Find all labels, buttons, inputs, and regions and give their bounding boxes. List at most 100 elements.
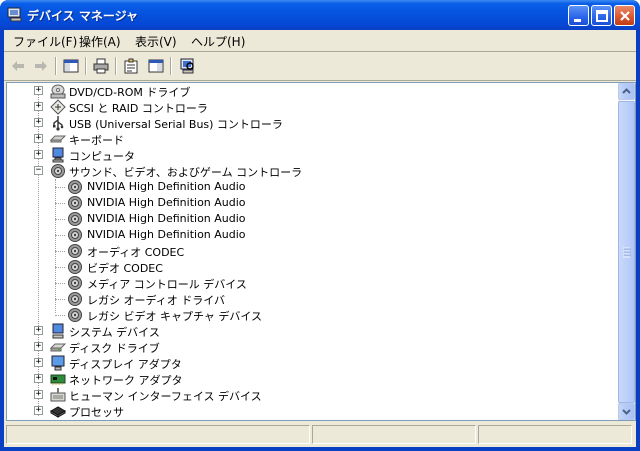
tree-item-label: レガシ ビデオ キャプチャ デバイス	[87, 310, 263, 323]
tree-item-device[interactable]: レガシ ビデオ キャプチャ デバイス	[7, 307, 619, 323]
title-bar[interactable]: デバイス マネージャ	[0, 0, 640, 30]
expand-toggle[interactable]: +	[34, 342, 43, 351]
print-icon	[93, 58, 109, 74]
tree-item-label: サウンド、ビデオ、およびゲーム コントローラ	[69, 166, 303, 179]
menu-file[interactable]: ファイル(F)	[13, 33, 77, 50]
tree-item-label: ディスプレイ アダプタ	[69, 358, 182, 371]
tree-item-label: NVIDIA High Definition Audio	[87, 196, 246, 209]
print-button[interactable]	[90, 56, 112, 76]
back-icon	[12, 61, 24, 71]
speaker-icon	[68, 212, 82, 226]
scan-hardware-icon	[180, 58, 194, 74]
speaker-icon	[68, 244, 82, 258]
speaker-icon	[68, 180, 82, 194]
display-adapter-icon	[51, 355, 65, 371]
tree-item-label: キーボード	[69, 134, 124, 147]
cd-drive-icon	[50, 84, 66, 99]
expand-toggle[interactable]: +	[34, 102, 43, 111]
speaker-icon	[68, 260, 82, 274]
maximize-button[interactable]	[591, 5, 612, 26]
menu-help[interactable]: ヘルプ(H)	[191, 33, 245, 50]
vertical-scrollbar[interactable]	[618, 83, 635, 420]
usb-icon	[53, 116, 64, 131]
tree-connector	[55, 219, 65, 220]
tree-item-device[interactable]: NVIDIA High Definition Audio	[7, 227, 619, 243]
back-button[interactable]	[7, 56, 29, 76]
tree-item-usb[interactable]: + USB (Universal Serial Bus) コントローラ	[7, 115, 619, 131]
disk-drive-icon	[50, 343, 66, 352]
scroll-up-button[interactable]	[618, 83, 635, 100]
properties-icon	[124, 58, 138, 74]
expand-toggle[interactable]: +	[34, 86, 43, 95]
tree-item-display-adapters[interactable]: + ディスプレイ アダプタ	[7, 355, 619, 371]
help-pane-button[interactable]	[145, 56, 167, 76]
tree-item-system-devices[interactable]: + システム デバイス	[7, 323, 619, 339]
close-button[interactable]	[614, 5, 635, 26]
menu-view[interactable]: 表示(V)	[135, 33, 177, 50]
tree-connector	[55, 315, 65, 316]
tree-item-sound-video-game[interactable]: − サウンド、ビデオ、およびゲーム コントローラ	[7, 163, 619, 179]
tree-item-label: プロセッサ	[69, 406, 124, 419]
tree-item-device[interactable]: オーディオ CODEC	[7, 243, 619, 259]
forward-button[interactable]	[30, 56, 52, 76]
tree-item-label: コンピュータ	[69, 150, 135, 163]
tree-item-disk-drives[interactable]: + ディスク ドライブ	[7, 339, 619, 355]
tree-connector	[55, 235, 65, 236]
tree-item-label: レガシ オーディオ ドライバ	[87, 294, 226, 307]
tree-item-dvd-cdrom[interactable]: + DVD/CD-ROM ドライブ	[7, 83, 619, 99]
chevron-down-icon	[622, 409, 631, 415]
expand-toggle[interactable]: +	[34, 118, 43, 127]
tree-item-device[interactable]: NVIDIA High Definition Audio	[7, 211, 619, 227]
expand-toggle[interactable]: +	[34, 358, 43, 367]
expand-toggle[interactable]: +	[34, 134, 43, 143]
expand-toggle[interactable]: +	[34, 150, 43, 159]
collapse-toggle[interactable]: −	[34, 166, 43, 175]
tree-item-scsi-raid[interactable]: + SCSI と RAID コントローラ	[7, 99, 619, 115]
tree-item-keyboard[interactable]: + キーボード	[7, 131, 619, 147]
tree-item-human-interface[interactable]: + ヒューマン インターフェイス デバイス	[7, 387, 619, 403]
show-hide-tree-button[interactable]	[60, 56, 82, 76]
status-pane-3	[478, 425, 632, 444]
system-device-icon	[52, 323, 64, 339]
tree-item-network-adapters[interactable]: + ネットワーク アダプタ	[7, 371, 619, 387]
device-manager-window: デバイス マネージャ ファイル(F) 操作(A) 表示(V) ヘルプ(H) + …	[0, 0, 640, 451]
close-icon	[620, 11, 630, 21]
computer-icon	[52, 147, 64, 163]
expand-toggle[interactable]: +	[34, 406, 43, 415]
minimize-button[interactable]	[568, 5, 589, 26]
speaker-icon	[68, 292, 82, 306]
menu-action[interactable]: 操作(A)	[79, 33, 121, 50]
tree-item-label: USB (Universal Serial Bus) コントローラ	[69, 118, 283, 131]
expand-toggle[interactable]: +	[34, 390, 43, 399]
properties-button[interactable]	[120, 56, 142, 76]
tree-item-device[interactable]: メディア コントロール デバイス	[7, 275, 619, 291]
scroll-thumb[interactable]	[618, 101, 635, 403]
expand-toggle[interactable]: +	[34, 374, 43, 383]
tree-connector	[55, 267, 65, 268]
maximize-icon	[596, 10, 608, 22]
device-tree[interactable]: + DVD/CD-ROM ドライブ + SCSI と RAID コントローラ +…	[6, 82, 636, 421]
toolbar-separator	[170, 57, 172, 75]
scroll-down-button[interactable]	[618, 403, 635, 420]
tree-item-device[interactable]: レガシ オーディオ ドライバ	[7, 291, 619, 307]
tree-item-processors[interactable]: + プロセッサ	[7, 403, 619, 419]
tree-connector	[55, 283, 65, 284]
tree-item-label: ビデオ CODEC	[87, 262, 163, 275]
tree-item-device[interactable]: NVIDIA High Definition Audio	[7, 179, 619, 195]
expand-toggle[interactable]: +	[34, 326, 43, 335]
tree-connector	[55, 203, 65, 204]
tree-item-label: オーディオ CODEC	[87, 246, 185, 259]
tree-item-device[interactable]: ビデオ CODEC	[7, 259, 619, 275]
minimize-icon	[574, 19, 581, 22]
speaker-icon	[68, 308, 82, 322]
window-title: デバイス マネージャ	[27, 9, 138, 23]
help-pane-icon	[148, 59, 164, 73]
toolbar	[4, 52, 636, 80]
keyboard-icon	[50, 135, 66, 143]
speaker-icon	[51, 164, 65, 178]
tree-item-computer[interactable]: + コンピュータ	[7, 147, 619, 163]
tree-item-label: ネットワーク アダプタ	[69, 374, 183, 387]
tree-item-device[interactable]: NVIDIA High Definition Audio	[7, 195, 619, 211]
menu-bar: ファイル(F) 操作(A) 表示(V) ヘルプ(H)	[4, 30, 636, 51]
scan-hardware-button[interactable]	[176, 56, 198, 76]
